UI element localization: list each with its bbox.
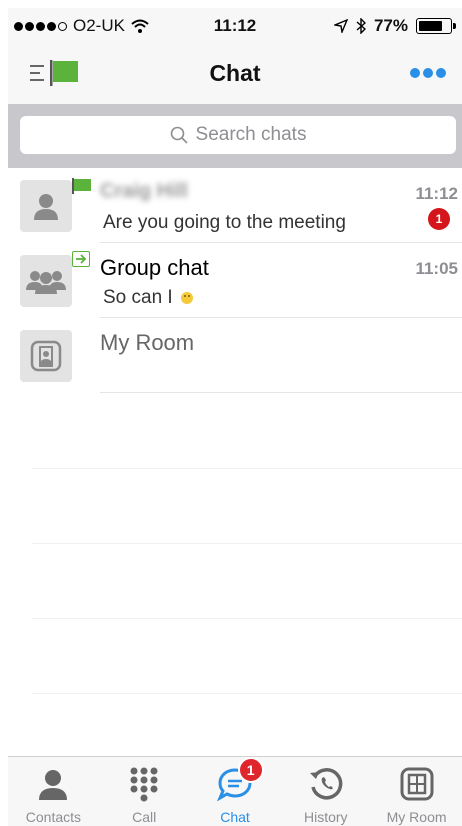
tab-my-room[interactable]: My Room bbox=[371, 757, 462, 826]
search-bar-area: Search chats bbox=[8, 104, 462, 168]
bluetooth-icon bbox=[356, 18, 366, 34]
join-arrow-icon bbox=[72, 251, 90, 267]
battery-icon bbox=[416, 18, 456, 34]
contacts-icon bbox=[39, 770, 68, 800]
app-frame: O2-UK 11:12 77% Chat Search chats Craig … bbox=[8, 8, 462, 826]
person-icon bbox=[34, 194, 58, 220]
tab-bar: Contacts Call 1 Chat History My Room bbox=[8, 756, 462, 826]
message-time: 11:12 bbox=[415, 184, 458, 203]
dialpad-icon bbox=[130, 767, 158, 802]
tab-label: History bbox=[304, 809, 348, 825]
tab-contacts[interactable]: Contacts bbox=[8, 757, 99, 826]
search-input[interactable]: Search chats bbox=[20, 116, 456, 154]
my-room-icon bbox=[400, 767, 434, 801]
chat-row-craig[interactable]: Craig Hill Are you going to the meeting … bbox=[8, 168, 462, 243]
tab-history[interactable]: History bbox=[280, 757, 371, 826]
avatar bbox=[20, 330, 72, 382]
page-title: Chat bbox=[209, 60, 261, 86]
history-icon bbox=[309, 768, 343, 800]
tab-chat[interactable]: 1 Chat bbox=[190, 757, 281, 826]
tab-label: My Room bbox=[386, 809, 447, 825]
last-message: Are you going to the meeting bbox=[103, 212, 346, 234]
battery-percent: 77% bbox=[373, 16, 408, 35]
group-icon bbox=[26, 271, 66, 294]
list-separator bbox=[32, 543, 462, 544]
chat-row-group[interactable]: Group chat So can I 11:05 bbox=[8, 243, 462, 318]
smiley-icon bbox=[180, 292, 193, 304]
status-right: 77% bbox=[333, 16, 456, 36]
contact-name: My Room bbox=[100, 330, 195, 355]
room-icon bbox=[30, 340, 62, 372]
search-placeholder: Search chats bbox=[195, 124, 307, 145]
chat-list: Craig Hill Are you going to the meeting … bbox=[8, 168, 462, 694]
search-icon bbox=[170, 126, 188, 144]
last-message: So can I bbox=[103, 287, 193, 309]
avatar bbox=[20, 255, 72, 307]
tab-label: Contacts bbox=[25, 809, 82, 825]
list-separator bbox=[32, 693, 462, 694]
green-flag-icon bbox=[72, 178, 91, 194]
chat-row-my-room[interactable]: My Room bbox=[8, 318, 462, 393]
contact-name: Group chat bbox=[100, 255, 209, 280]
tab-label: Call bbox=[132, 809, 157, 825]
tab-label: Chat bbox=[220, 809, 250, 825]
contact-name: Craig Hill bbox=[100, 180, 188, 202]
message-text: Are you going to the meeting bbox=[103, 212, 346, 233]
status-bar: O2-UK 11:12 77% bbox=[8, 8, 462, 42]
message-time: 11:05 bbox=[415, 259, 458, 278]
nav-header: Chat bbox=[8, 42, 462, 104]
tab-call[interactable]: Call bbox=[99, 757, 190, 826]
unread-badge: 1 bbox=[428, 208, 450, 230]
avatar bbox=[20, 180, 72, 232]
location-arrow-icon bbox=[333, 19, 348, 33]
list-separator bbox=[32, 618, 462, 619]
more-options-button[interactable] bbox=[410, 68, 446, 78]
chat-unread-badge: 1 bbox=[237, 757, 264, 783]
message-text: So can I bbox=[103, 287, 173, 308]
list-separator bbox=[32, 468, 462, 469]
